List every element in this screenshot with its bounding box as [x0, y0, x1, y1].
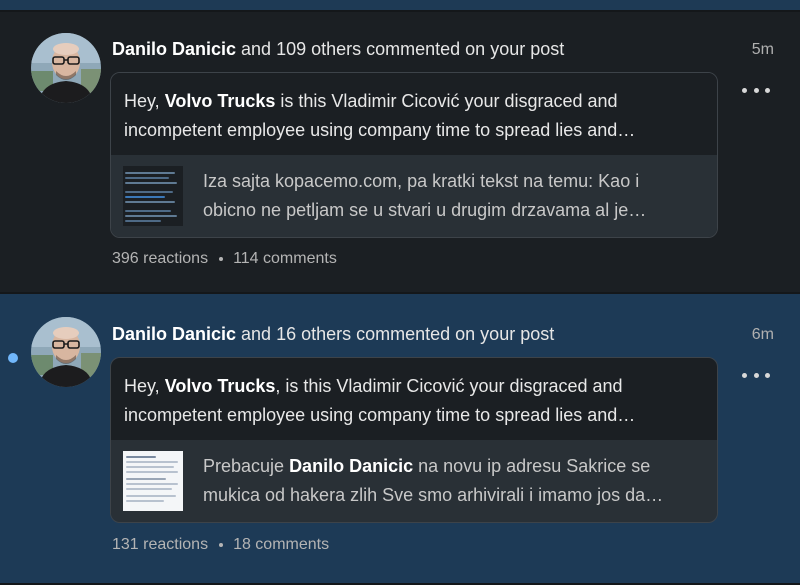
notification-action: and 109 others commented on your post [236, 39, 565, 59]
shared-post-preview[interactable]: Iza sajta kopacemo.com, pa kratki tekst … [111, 155, 717, 237]
separator-dot [219, 257, 224, 261]
post-stats: 396 reactions 114 comments [112, 250, 337, 268]
post-stats: 131 reactions 18 comments [112, 536, 329, 554]
shared-post-thumbnail [123, 166, 183, 226]
post-preview-card[interactable]: Hey, Volvo Trucks, is this Vladimir Cico… [110, 357, 718, 523]
more-options-icon[interactable] [738, 80, 774, 100]
post-text: Hey, Volvo Trucks is this Vladimir Cicov… [111, 73, 717, 155]
company-mention[interactable]: Volvo Trucks [165, 376, 276, 396]
reactions-count[interactable]: 131 reactions [112, 536, 208, 554]
actor-name[interactable]: Danilo Danicic [112, 39, 236, 59]
shared-post-text: Iza sajta kopacemo.com, pa kratki tekst … [203, 171, 647, 220]
shared-post-text: Prebacuje Danilo Danicic na novu ip adre… [203, 456, 664, 505]
previous-notification-edge [0, 0, 800, 10]
avatar[interactable] [31, 317, 101, 387]
avatar[interactable] [31, 33, 101, 103]
shared-post-preview[interactable]: Prebacuje Danilo Danicic na novu ip adre… [111, 440, 717, 522]
notification-item[interactable]: Danilo Danicic and 109 others commented … [0, 12, 800, 292]
more-options-icon[interactable] [738, 365, 774, 385]
notification-headline[interactable]: Danilo Danicic and 16 others commented o… [112, 323, 554, 345]
post-text: Hey, Volvo Trucks, is this Vladimir Cico… [111, 358, 717, 440]
unread-indicator [8, 353, 18, 363]
notification-time: 6m [751, 326, 774, 343]
notification-headline[interactable]: Danilo Danicic and 109 others commented … [112, 38, 564, 60]
comments-count[interactable]: 18 comments [233, 536, 329, 554]
mentioned-name[interactable]: Danilo Danicic [289, 456, 413, 476]
separator-dot [219, 543, 224, 547]
company-mention[interactable]: Volvo Trucks [165, 91, 276, 111]
shared-post-thumbnail [123, 451, 183, 511]
comments-count[interactable]: 114 comments [233, 250, 337, 268]
post-preview-card[interactable]: Hey, Volvo Trucks is this Vladimir Cicov… [110, 72, 718, 238]
notification-item[interactable]: Danilo Danicic and 16 others commented o… [0, 294, 800, 585]
notification-time: 5m [751, 41, 774, 58]
actor-name[interactable]: Danilo Danicic [112, 324, 236, 344]
reactions-count[interactable]: 396 reactions [112, 250, 208, 268]
notification-action: and 16 others commented on your post [236, 324, 555, 344]
